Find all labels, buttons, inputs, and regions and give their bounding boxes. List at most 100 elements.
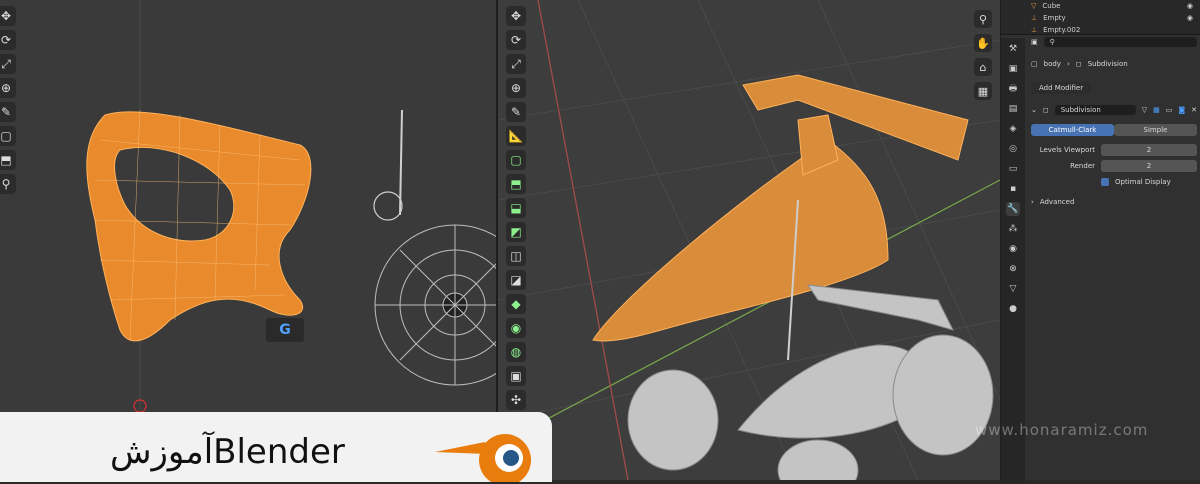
right-viewport[interactable]: ✥ ⟳ ⤢ ⊕ ✎ 📐 ▢ ⬒ ⬓ ◩ ◫ ◪ ◆ ◉ ◍ ▣ ✣ ◭ ⚲ ✋ …	[498, 0, 1000, 480]
render-icon[interactable]: ◙	[1178, 106, 1185, 114]
properties-search-row: ▣ ⚲	[1027, 34, 1200, 50]
advanced-row[interactable]: › Advanced	[1027, 194, 1200, 210]
navigation-gizmo: ⚲ ✋ ⌂ ▦	[974, 10, 992, 100]
knife-tool[interactable]: ◪	[506, 270, 526, 290]
chevron-down-icon[interactable]: ⌄	[1031, 106, 1037, 114]
inset-tool[interactable]: ⬓	[506, 198, 526, 218]
collection-tab-icon[interactable]: ▭	[1006, 162, 1020, 176]
modifier-name-field[interactable]: Subdivision	[1054, 105, 1136, 115]
breadcrumb: ▢ body › ◻ Subdivision	[1027, 56, 1200, 72]
selected-mesh-left[interactable]	[86, 109, 312, 342]
object-tab-icon[interactable]: ▪	[1006, 182, 1020, 196]
object-icon: ▢	[1031, 60, 1038, 68]
outliner-item[interactable]: ⊥ Empty ◉	[1001, 12, 1200, 24]
rotate-tool[interactable]: ⟳	[0, 30, 16, 50]
edit-mode-icon[interactable]: ▽	[1142, 106, 1147, 114]
blender-logo-icon	[435, 434, 531, 482]
scene-tab-icon[interactable]: ◈	[1006, 122, 1020, 136]
properties-panel: ▽ Cube ◉ ⊥ Empty ◉ ⊥ Empty.002 ⚒ ▣ 🖶 ▤ ◈…	[1000, 0, 1200, 484]
data-tab-icon[interactable]: ▽	[1006, 282, 1020, 296]
annotate-tool[interactable]: ✎	[506, 102, 526, 122]
tool-tab-icon[interactable]: ⚒	[1006, 42, 1020, 56]
editor-type-icon[interactable]: ▣	[1031, 38, 1038, 46]
rotate-tool[interactable]: ⟳	[506, 30, 526, 50]
smooth-tool[interactable]: ⚲	[0, 174, 16, 194]
modifier-header: ⌄ ◻ Subdivision ▽ ▦ ▭ ◙ ✕	[1027, 102, 1200, 118]
empty-icon: ⊥	[1031, 14, 1038, 22]
eye-icon[interactable]: ◉	[1187, 14, 1200, 22]
bevel-tool[interactable]: ◩	[506, 222, 526, 242]
transform-tool[interactable]: ⊕	[0, 78, 16, 98]
constraints-tab-icon[interactable]: ⊗	[1006, 262, 1020, 276]
left-toolbar: ✥ ⟳ ⤢ ⊕ ✎ ▢ ⬒ ⚲	[0, 6, 16, 194]
levels-viewport-label: Levels Viewport	[1039, 146, 1095, 154]
smooth-tool[interactable]: ◍	[506, 342, 526, 362]
material-tab-icon[interactable]: ●	[1006, 302, 1020, 316]
transform-tool[interactable]: ⊕	[506, 78, 526, 98]
render-tab-icon[interactable]: ▣	[1006, 62, 1020, 76]
scale-tool[interactable]: ⤢	[0, 54, 16, 74]
poly-build-tool[interactable]: ◆	[506, 294, 526, 314]
levels-viewport-field[interactable]: 2	[1101, 144, 1197, 156]
particles-tab-icon[interactable]: ⁂	[1006, 222, 1020, 236]
render-levels-row: Render 2	[1027, 158, 1200, 174]
optimal-display-label: Optimal Display	[1115, 178, 1171, 186]
catmull-clark-button[interactable]: Catmull-Clark	[1031, 124, 1114, 136]
loop-cut-tool[interactable]: ◫	[506, 246, 526, 266]
eye-icon[interactable]: ◉	[1187, 2, 1200, 10]
cube-add-tool[interactable]: ▢	[0, 126, 16, 146]
banner-title: آموزشBlender	[110, 432, 345, 472]
left-viewport-canvas	[86, 0, 498, 413]
right-viewport-canvas	[498, 0, 1000, 480]
cage-icon[interactable]: ▦	[1153, 106, 1160, 114]
empty-icon: ⊥	[1031, 26, 1038, 34]
optimal-display-checkbox[interactable]	[1101, 178, 1109, 186]
right-toolbar: ✥ ⟳ ⤢ ⊕ ✎ 📐 ▢ ⬒ ⬓ ◩ ◫ ◪ ◆ ◉ ◍ ▣ ✣ ◭	[506, 6, 526, 434]
properties-tabs: ⚒ ▣ 🖶 ▤ ◈ ◎ ▭ ▪ 🔧 ⁂ ◉ ⊗ ▽ ●	[1001, 38, 1025, 484]
extrude-tool[interactable]: ⬒	[0, 150, 16, 170]
outliner-item-label: Cube	[1042, 2, 1061, 10]
add-modifier-button[interactable]: Add Modifier	[1031, 82, 1092, 94]
advanced-label: Advanced	[1039, 198, 1075, 206]
modifier-tab-icon[interactable]: 🔧	[1006, 202, 1020, 216]
hand-pan-icon[interactable]: ✋	[974, 34, 992, 52]
move-tool[interactable]: ✥	[506, 6, 526, 26]
add-cube-tool[interactable]: ▢	[506, 150, 526, 170]
view-layer-tab-icon[interactable]: ▤	[1006, 102, 1020, 116]
watermark: www.honaramiz.com	[975, 421, 1149, 439]
output-tab-icon[interactable]: 🖶	[1006, 82, 1020, 96]
properties-body: ▣ ⚲ ▢ body › ◻ Subdivision Add Modifier …	[1027, 37, 1200, 480]
extrude-region-tool[interactable]: ⬒	[506, 174, 526, 194]
spin-tool[interactable]: ◉	[506, 318, 526, 338]
simple-button[interactable]: Simple	[1114, 124, 1197, 136]
scale-tool[interactable]: ⤢	[506, 54, 526, 74]
move-tool[interactable]: ✥	[0, 6, 16, 26]
shrink-fatten-tool[interactable]: ✣	[506, 390, 526, 410]
close-icon[interactable]: ✕	[1191, 106, 1197, 114]
world-tab-icon[interactable]: ◎	[1006, 142, 1020, 156]
outliner-item-label: Empty.002	[1043, 26, 1081, 34]
outliner: ▽ Cube ◉ ⊥ Empty ◉ ⊥ Empty.002	[1001, 0, 1200, 35]
chevron-right-icon: ›	[1031, 198, 1034, 206]
optimal-display-row: Optimal Display	[1027, 174, 1200, 190]
edge-slide-tool[interactable]: ▣	[506, 366, 526, 386]
grid-ortho-icon[interactable]: ▦	[974, 82, 992, 100]
left-viewport[interactable]: ✥ ⟳ ⤢ ⊕ ✎ ▢ ⬒ ⚲ G	[0, 0, 498, 480]
render-levels-label: Render	[1070, 162, 1095, 170]
camera-icon[interactable]: ⌂	[974, 58, 992, 76]
outliner-item-label: Empty	[1043, 14, 1066, 22]
breadcrumb-modifier: Subdivision	[1087, 60, 1128, 68]
add-modifier-row: Add Modifier	[1027, 80, 1200, 96]
modifier-icon: ◻	[1075, 60, 1082, 68]
annotate-tool[interactable]: ✎	[0, 102, 16, 122]
mesh-icon: ▽	[1031, 2, 1037, 10]
outliner-item[interactable]: ▽ Cube ◉	[1001, 0, 1200, 12]
properties-search-input[interactable]: ⚲	[1043, 37, 1197, 47]
measure-tool[interactable]: 📐	[506, 126, 526, 146]
zoom-icon[interactable]: ⚲	[974, 10, 992, 28]
physics-tab-icon[interactable]: ◉	[1006, 242, 1020, 256]
viewport-icon[interactable]: ▭	[1166, 106, 1173, 114]
chevron-right-icon: ›	[1066, 60, 1070, 68]
render-levels-field[interactable]: 2	[1101, 160, 1197, 172]
wheel-wireframe[interactable]	[374, 224, 498, 386]
